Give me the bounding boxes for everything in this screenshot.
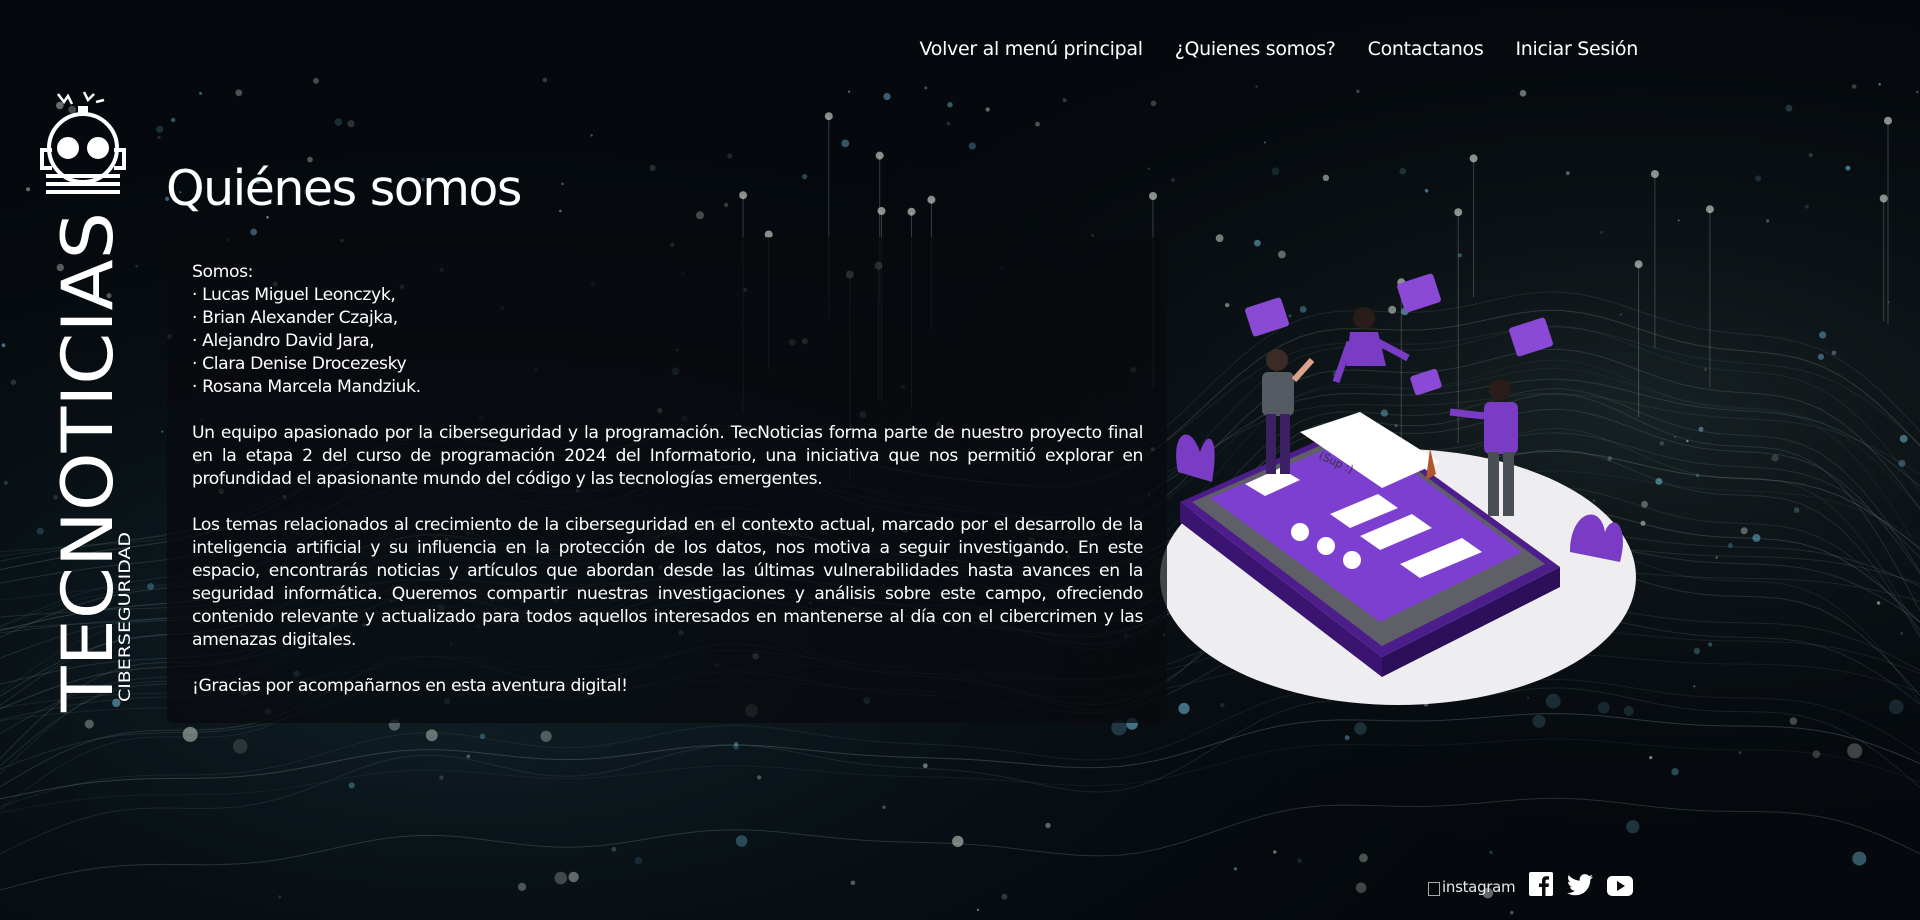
page-title: Quiénes somos bbox=[166, 160, 522, 217]
nav-link-about[interactable]: ¿Quienes somos? bbox=[1175, 38, 1336, 60]
member-item: · Alejandro David Jara, bbox=[192, 331, 375, 351]
instagram-link[interactable]: instagram bbox=[1428, 878, 1516, 896]
closing-message: ¡Gracias por acompañarnos en esta aventu… bbox=[192, 676, 628, 696]
members-intro: Somos: bbox=[192, 262, 254, 282]
twitter-icon[interactable] bbox=[1567, 874, 1594, 896]
robot-icon bbox=[40, 91, 126, 194]
main-nav: Volver al menú principal ¿Quienes somos?… bbox=[920, 38, 1639, 60]
site-logo[interactable]: TECNOTICIAS CIBERSEGURIDAD bbox=[38, 90, 148, 720]
instagram-alt-text: instagram bbox=[1442, 878, 1516, 896]
social-links: instagram bbox=[1428, 872, 1634, 896]
facebook-icon[interactable] bbox=[1529, 872, 1554, 896]
instagram-icon bbox=[1428, 882, 1440, 896]
about-paragraph-topics: Los temas relacionados al crecimiento de… bbox=[192, 515, 1143, 650]
brand-tagline: CIBERSEGURIDAD bbox=[115, 532, 134, 702]
person-center bbox=[1332, 307, 1410, 384]
nav-link-contact[interactable]: Contactanos bbox=[1368, 38, 1484, 60]
member-item: · Rosana Marcela Mandziuk. bbox=[192, 377, 421, 397]
youtube-icon[interactable] bbox=[1607, 876, 1634, 896]
member-item: · Lucas Miguel Leonczyk, bbox=[192, 285, 396, 305]
about-paragraph-project: Un equipo apasionado por la cibersegurid… bbox=[192, 423, 1143, 489]
nav-link-login[interactable]: Iniciar Sesión bbox=[1515, 38, 1638, 60]
team-chat-phone-illustration: (Sup :) bbox=[1160, 273, 1636, 705]
member-item: · Brian Alexander Czajka, bbox=[192, 308, 398, 328]
about-panel: Somos: · Lucas Miguel Leonczyk, · Brian … bbox=[167, 237, 1167, 723]
member-item: · Clara Denise Drocezesky bbox=[192, 354, 407, 374]
nav-link-home[interactable]: Volver al menú principal bbox=[920, 38, 1144, 60]
members-list: Somos: · Lucas Miguel Leonczyk, · Brian … bbox=[192, 261, 1143, 399]
